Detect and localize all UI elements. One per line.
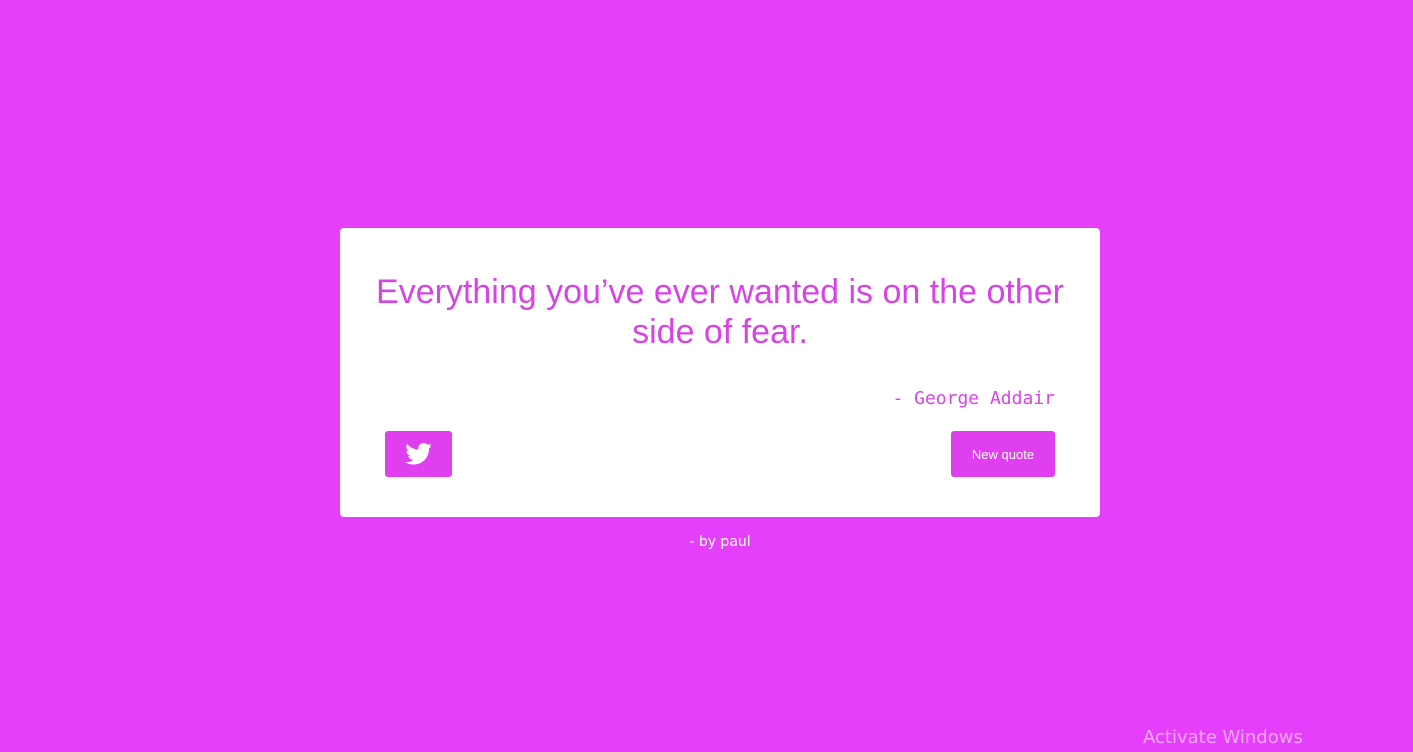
tweet-button[interactable] bbox=[385, 431, 452, 477]
quote-author: - George Addair bbox=[892, 388, 1055, 409]
credit-text: - by paul bbox=[689, 534, 751, 550]
activate-windows-watermark: Activate Windows bbox=[1143, 727, 1303, 748]
quote-box: Everything you’ve ever wanted is on the … bbox=[340, 228, 1100, 517]
twitter-icon bbox=[405, 443, 432, 465]
quote-text: Everything you’ve ever wanted is on the … bbox=[376, 273, 1064, 351]
new-quote-button[interactable]: New quote bbox=[951, 431, 1055, 477]
